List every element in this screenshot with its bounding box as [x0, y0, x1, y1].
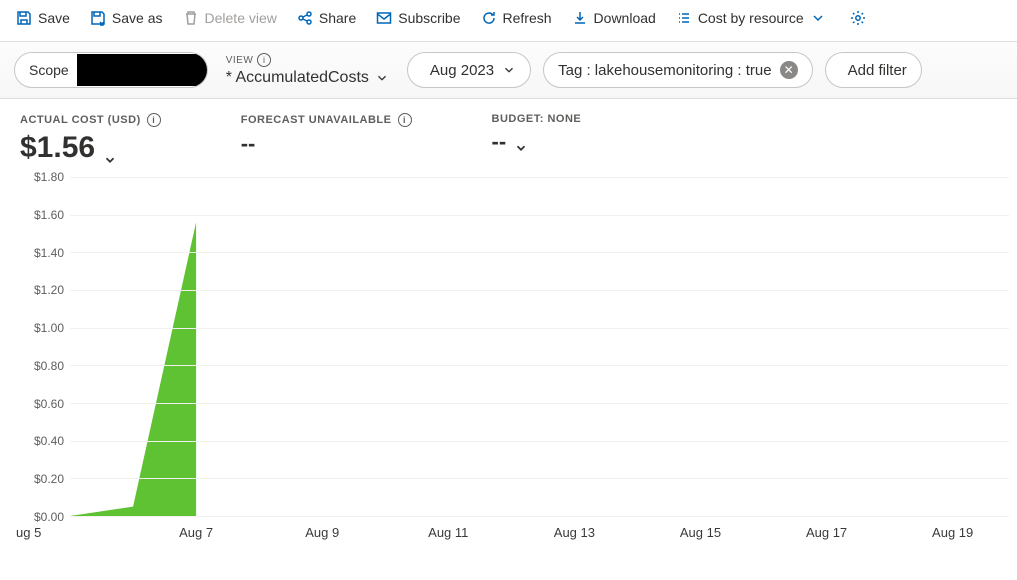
- share-button[interactable]: Share: [289, 6, 364, 30]
- area-series: [70, 177, 1009, 516]
- x-axis: ug 5 Aug 7 Aug 9 Aug 11 Aug 13 Aug 15 Aug 17 Au…: [4, 521, 1009, 547]
- share-label: Share: [319, 10, 356, 26]
- forecast-stat: FORECAST UNAVAILABLE i --: [241, 113, 412, 157]
- view-caption: VIEW: [226, 55, 254, 66]
- date-range-label: Aug 2023: [430, 62, 494, 79]
- forecast-value: --: [241, 131, 256, 157]
- actual-value: $1.56: [20, 131, 95, 165]
- scope-value-redacted: [77, 54, 207, 86]
- info-icon: i: [147, 113, 161, 127]
- info-icon: i: [398, 113, 412, 127]
- subscribe-label: Subscribe: [398, 10, 460, 26]
- y-tick: $0.20: [34, 472, 64, 486]
- delete-label: Delete view: [205, 10, 277, 26]
- y-tick: $1.60: [34, 208, 64, 222]
- save-label: Save: [38, 10, 70, 26]
- actual-caption: ACTUAL COST (USD): [20, 114, 141, 126]
- x-tick: Aug 19: [932, 525, 973, 540]
- x-tick: Aug 15: [680, 525, 721, 540]
- gear-icon: [850, 10, 866, 26]
- list-icon: [676, 10, 692, 26]
- share-icon: [297, 10, 313, 26]
- y-tick: $0.80: [34, 359, 64, 373]
- view-name: * AccumulatedCosts: [226, 69, 369, 87]
- cost-chart: $0.00$0.20$0.40$0.60$0.80$1.00$1.20$1.40…: [4, 177, 1013, 547]
- x-tick: Aug 7: [179, 525, 213, 540]
- budget-stat: BUDGET: NONE --: [492, 113, 582, 155]
- scope-label: Scope: [29, 62, 69, 78]
- costby-label: Cost by resource: [698, 10, 804, 26]
- filter-bar: Scope VIEW i * AccumulatedCosts Aug 2023…: [0, 41, 1017, 99]
- y-axis: $0.00$0.20$0.40$0.60$0.80$1.00$1.20$1.40…: [4, 177, 70, 517]
- remove-filter-icon[interactable]: ✕: [780, 61, 798, 79]
- grid-line: [70, 365, 1009, 366]
- download-button[interactable]: Download: [564, 6, 664, 30]
- save-button[interactable]: Save: [8, 6, 78, 30]
- x-tick: Aug 11: [428, 525, 468, 540]
- subscribe-button[interactable]: Subscribe: [368, 6, 468, 30]
- saveas-icon: [90, 10, 106, 26]
- chevron-down-icon: [375, 71, 389, 85]
- chevron-down-icon: [810, 10, 826, 26]
- stats-row: ACTUAL COST (USD) i $1.56 FORECAST UNAVA…: [0, 99, 1017, 169]
- grid-line: [70, 215, 1009, 216]
- budget-caption: BUDGET: NONE: [492, 113, 582, 125]
- grid-line: [70, 478, 1009, 479]
- save-icon: [16, 10, 32, 26]
- date-range-selector[interactable]: Aug 2023: [407, 52, 531, 88]
- grid-line: [70, 252, 1009, 253]
- y-tick: $1.20: [34, 283, 64, 297]
- grid-line: [70, 403, 1009, 404]
- refresh-label: Refresh: [503, 10, 552, 26]
- forecast-caption: FORECAST UNAVAILABLE: [241, 114, 392, 126]
- grid-line: [70, 441, 1009, 442]
- info-icon: i: [257, 53, 271, 67]
- scope-selector[interactable]: Scope: [14, 52, 208, 88]
- delete-view-button: Delete view: [175, 6, 285, 30]
- grid-line: [70, 177, 1009, 178]
- tag-filter-chip[interactable]: Tag : lakehousemonitoring : true ✕: [543, 52, 812, 88]
- view-selector[interactable]: VIEW i * AccumulatedCosts: [220, 53, 395, 87]
- tag-filter-text: Tag : lakehousemonitoring : true: [558, 62, 771, 79]
- saveas-label: Save as: [112, 10, 163, 26]
- refresh-button[interactable]: Refresh: [473, 6, 560, 30]
- cost-by-resource-button[interactable]: Cost by resource: [668, 6, 834, 30]
- grid-line: [70, 290, 1009, 291]
- x-tick: Aug 17: [806, 525, 847, 540]
- x-tick: Aug 9: [305, 525, 339, 540]
- saveas-button[interactable]: Save as: [82, 6, 171, 30]
- x-tick: Aug 13: [554, 525, 595, 540]
- chevron-down-icon: [502, 63, 516, 77]
- download-icon: [572, 10, 588, 26]
- y-tick: $1.80: [34, 170, 64, 184]
- y-tick: $0.40: [34, 434, 64, 448]
- download-label: Download: [594, 10, 656, 26]
- add-filter-button[interactable]: Add filter: [825, 52, 922, 88]
- grid-line: [70, 516, 1009, 517]
- chevron-down-icon[interactable]: [103, 141, 117, 155]
- plot-area: [70, 177, 1009, 517]
- chevron-down-icon[interactable]: [514, 135, 528, 149]
- budget-value: --: [492, 129, 507, 155]
- grid-line: [70, 328, 1009, 329]
- settings-button[interactable]: [842, 6, 874, 30]
- actual-cost-stat: ACTUAL COST (USD) i $1.56: [20, 113, 161, 165]
- y-tick: $1.40: [34, 246, 64, 260]
- trash-icon: [183, 10, 199, 26]
- command-bar: Save Save as Delete view Share Subscribe…: [0, 0, 1017, 41]
- x-tick: ug 5: [16, 525, 41, 540]
- mail-icon: [376, 10, 392, 26]
- y-tick: $1.00: [34, 321, 64, 335]
- refresh-icon: [481, 10, 497, 26]
- add-filter-label: Add filter: [848, 62, 907, 79]
- y-tick: $0.60: [34, 397, 64, 411]
